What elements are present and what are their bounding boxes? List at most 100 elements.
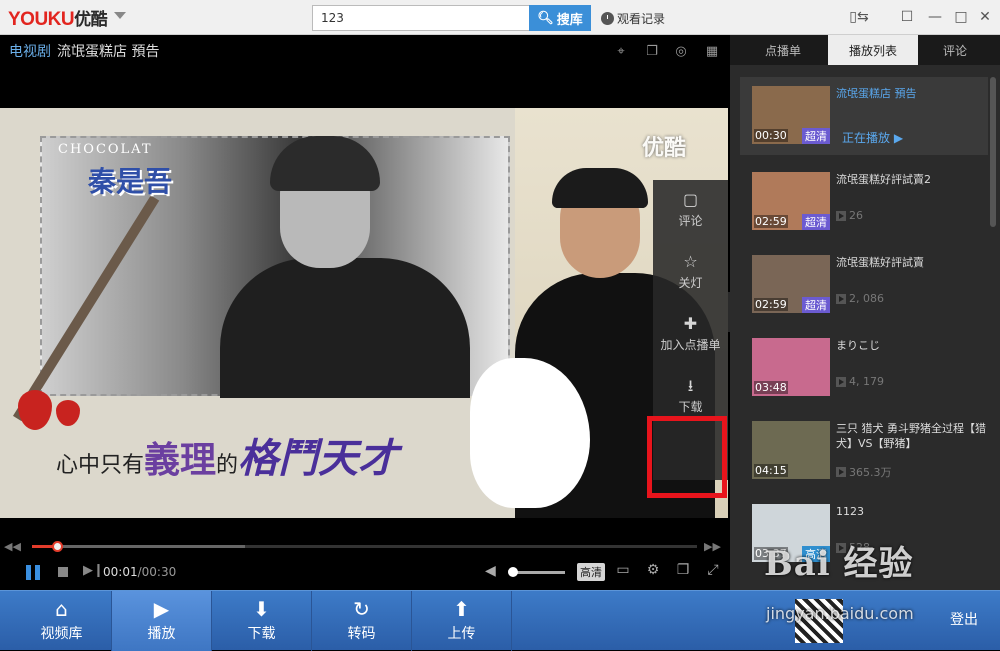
progress-bar[interactable] xyxy=(32,541,697,552)
playlist-thumbnail: 02:59 超清 xyxy=(752,172,830,230)
time-display: 00:01/00:30 xyxy=(103,565,176,579)
slogan-part: 格鬥天才 xyxy=(238,435,399,482)
playlist-item-title: まりこじ xyxy=(836,339,880,352)
youku-watermark: 优酷 xyxy=(642,136,687,161)
globe-icon[interactable]: ◎ xyxy=(672,42,690,60)
next-button[interactable]: ▶❙ xyxy=(83,563,104,578)
nav-download[interactable]: ⬇︎ 下载 xyxy=(212,591,312,651)
watch-history-link[interactable]: 观看记录 xyxy=(601,10,665,27)
duration-label: 02:59 xyxy=(754,215,788,228)
volume-handle[interactable] xyxy=(508,567,518,577)
comment-button[interactable]: ▢ 评论 xyxy=(653,180,728,240)
playlist-item[interactable]: 00:30 超清 流氓蛋糕店 預告 正在播放 ▶ xyxy=(740,77,988,155)
progress-handle[interactable] xyxy=(52,541,64,552)
comment-label: 评论 xyxy=(678,213,703,228)
current-time: 00:01 xyxy=(103,565,138,579)
add-to-playlist-button[interactable]: ✚ 加入点播单 xyxy=(653,304,728,364)
strawberry-decoration xyxy=(18,390,52,430)
playlist-item[interactable]: 03:48 まりこじ 4, 179 xyxy=(740,329,988,407)
view-count-value: 365.3万 xyxy=(849,466,892,479)
video-scene-figure-body xyxy=(220,258,470,398)
play-circle-icon: ▶︎ xyxy=(153,597,170,621)
lights-off-button[interactable]: ☆ 关灯 xyxy=(653,242,728,302)
playlist-item-title: 流氓蛋糕店 預告 xyxy=(836,87,917,100)
sidebar-tabs: 点播单 播放列表 评论 xyxy=(730,35,1000,65)
refresh-icon: ↻ xyxy=(353,597,370,621)
nav-video-library[interactable]: ⌂ 视频库 xyxy=(12,591,112,651)
search-icon: 🔍︎ xyxy=(537,10,554,26)
playlist-item[interactable]: 02:59 超清 流氓蛋糕好評試賣 2, 086 xyxy=(740,246,988,324)
view-count: 2, 086 xyxy=(836,292,884,305)
playlist-thumbnail: 03:48 xyxy=(752,338,830,396)
fullscreen-icon[interactable]: ⤢ xyxy=(704,562,722,578)
download-highlight-box xyxy=(647,416,727,498)
copy-icon[interactable]: ❐ xyxy=(643,42,661,60)
tab-comments[interactable]: 评论 xyxy=(910,35,1000,65)
youku-logo[interactable]: YOUKU优酷 xyxy=(8,5,108,31)
slogan-part: 義理 xyxy=(144,439,217,481)
duration-label: 04:15 xyxy=(754,464,788,477)
tab-on-demand[interactable]: 点播单 xyxy=(738,35,828,65)
tab-playlist[interactable]: 播放列表 xyxy=(828,35,918,65)
total-time: /00:30 xyxy=(137,565,177,579)
nav-label: 播放 xyxy=(147,626,176,642)
nav-label: 下载 xyxy=(247,626,276,642)
logo-menu-dropdown-icon[interactable] xyxy=(114,12,126,19)
volume-slider[interactable] xyxy=(510,571,565,574)
nav-transcode[interactable]: ↻ 转码 xyxy=(312,591,412,651)
view-count-value: 26 xyxy=(849,209,863,222)
slogan-part: 的 xyxy=(216,453,239,478)
playlist-item-title: 流氓蛋糕好評試賣 xyxy=(836,256,924,269)
search-button[interactable]: 🔍︎ 搜库 xyxy=(529,5,591,31)
playlist-item[interactable]: 02:59 超清 流氓蛋糕好評試賣2 26 xyxy=(740,163,988,241)
add-to-playlist-label: 加入点播单 xyxy=(660,337,721,352)
rewind-icon[interactable]: ◀◀ xyxy=(4,540,21,553)
download-arrow-icon: ⬇︎ xyxy=(253,597,270,621)
nav-upload[interactable]: ⬆︎ 上传 xyxy=(412,591,512,651)
player-controls: ▶❙ 00:01/00:30 ◀ 高清 ▭ ⚙ ❐ ⤢ xyxy=(0,559,728,587)
now-playing-label: 正在播放 ▶ xyxy=(842,131,904,145)
video-overlay-chocolat: CHOCOLAT xyxy=(58,142,153,157)
duration-label: 00:30 xyxy=(754,129,788,142)
playlist-thumbnail: 02:59 超清 xyxy=(752,255,830,313)
stop-button[interactable] xyxy=(58,567,68,577)
message-icon[interactable]: ☐ xyxy=(898,8,916,26)
video-player: 电视剧 流氓蛋糕店 預告 ⌖ ❐ ◎ ▦ CHOCOLAT 秦是吾 优酷 心中只有… xyxy=(0,35,728,590)
video-frame[interactable]: CHOCOLAT 秦是吾 优酷 心中只有義理的格鬥天才 xyxy=(0,108,728,518)
folder-icon[interactable]: ▭ xyxy=(614,562,632,578)
sidebar: 点播单 播放列表 评论 00:30 超清 流氓蛋糕店 預告 正在播放 ▶ 02:… xyxy=(730,35,1000,590)
playlist-item-title: 流氓蛋糕好評試賣2 xyxy=(836,173,931,186)
video-title: 电视剧 流氓蛋糕店 預告 xyxy=(9,41,159,61)
minimize-icon[interactable]: — xyxy=(926,8,944,26)
quality-badge: 超清 xyxy=(802,128,830,144)
comment-icon: ▢ xyxy=(682,189,699,209)
maximize-icon[interactable]: □ xyxy=(952,8,970,26)
home-icon: ⌂ xyxy=(55,597,68,621)
mini-player-icon[interactable]: ❐ xyxy=(674,562,692,578)
logo-text-latin: YOUKU xyxy=(8,9,75,30)
close-icon[interactable]: ✕ xyxy=(976,8,994,26)
qr-code-icon[interactable]: ▦ xyxy=(703,42,721,60)
phone-transfer-icon[interactable]: ▯⇆ xyxy=(849,8,868,26)
view-count: 365.3万 xyxy=(836,464,892,480)
playlist-item[interactable]: 04:15 三只 猎犬 勇斗野猪全过程【猎犬】VS【野猪】 365.3万 xyxy=(740,412,988,490)
pin-icon[interactable]: ⌖ xyxy=(612,42,630,60)
play-count-icon xyxy=(836,210,846,221)
baidu-jingyan-watermark: Bai 经验 jingyan.baidu.com xyxy=(764,536,994,632)
duration-label: 03:48 xyxy=(754,381,788,394)
watch-history-label: 观看记录 xyxy=(617,12,666,26)
progress-row: ◀◀ ▶▶ xyxy=(0,535,728,555)
video-category[interactable]: 电视剧 xyxy=(9,44,51,60)
playlist-scrollbar[interactable] xyxy=(990,77,996,227)
search-input[interactable] xyxy=(312,5,530,31)
quality-button[interactable]: 高清 xyxy=(577,563,605,581)
download-icon: ⭳ xyxy=(687,375,694,395)
nav-play[interactable]: ▶︎ 播放 xyxy=(112,591,212,651)
settings-icon[interactable]: ⚙ xyxy=(644,562,662,578)
play-count-icon xyxy=(836,376,846,387)
volume-icon[interactable]: ◀ xyxy=(485,563,496,579)
pause-button[interactable] xyxy=(24,563,42,581)
search-button-label: 搜库 xyxy=(556,12,583,28)
quality-badge: 超清 xyxy=(802,297,830,313)
fast-forward-icon[interactable]: ▶▶ xyxy=(704,540,721,553)
